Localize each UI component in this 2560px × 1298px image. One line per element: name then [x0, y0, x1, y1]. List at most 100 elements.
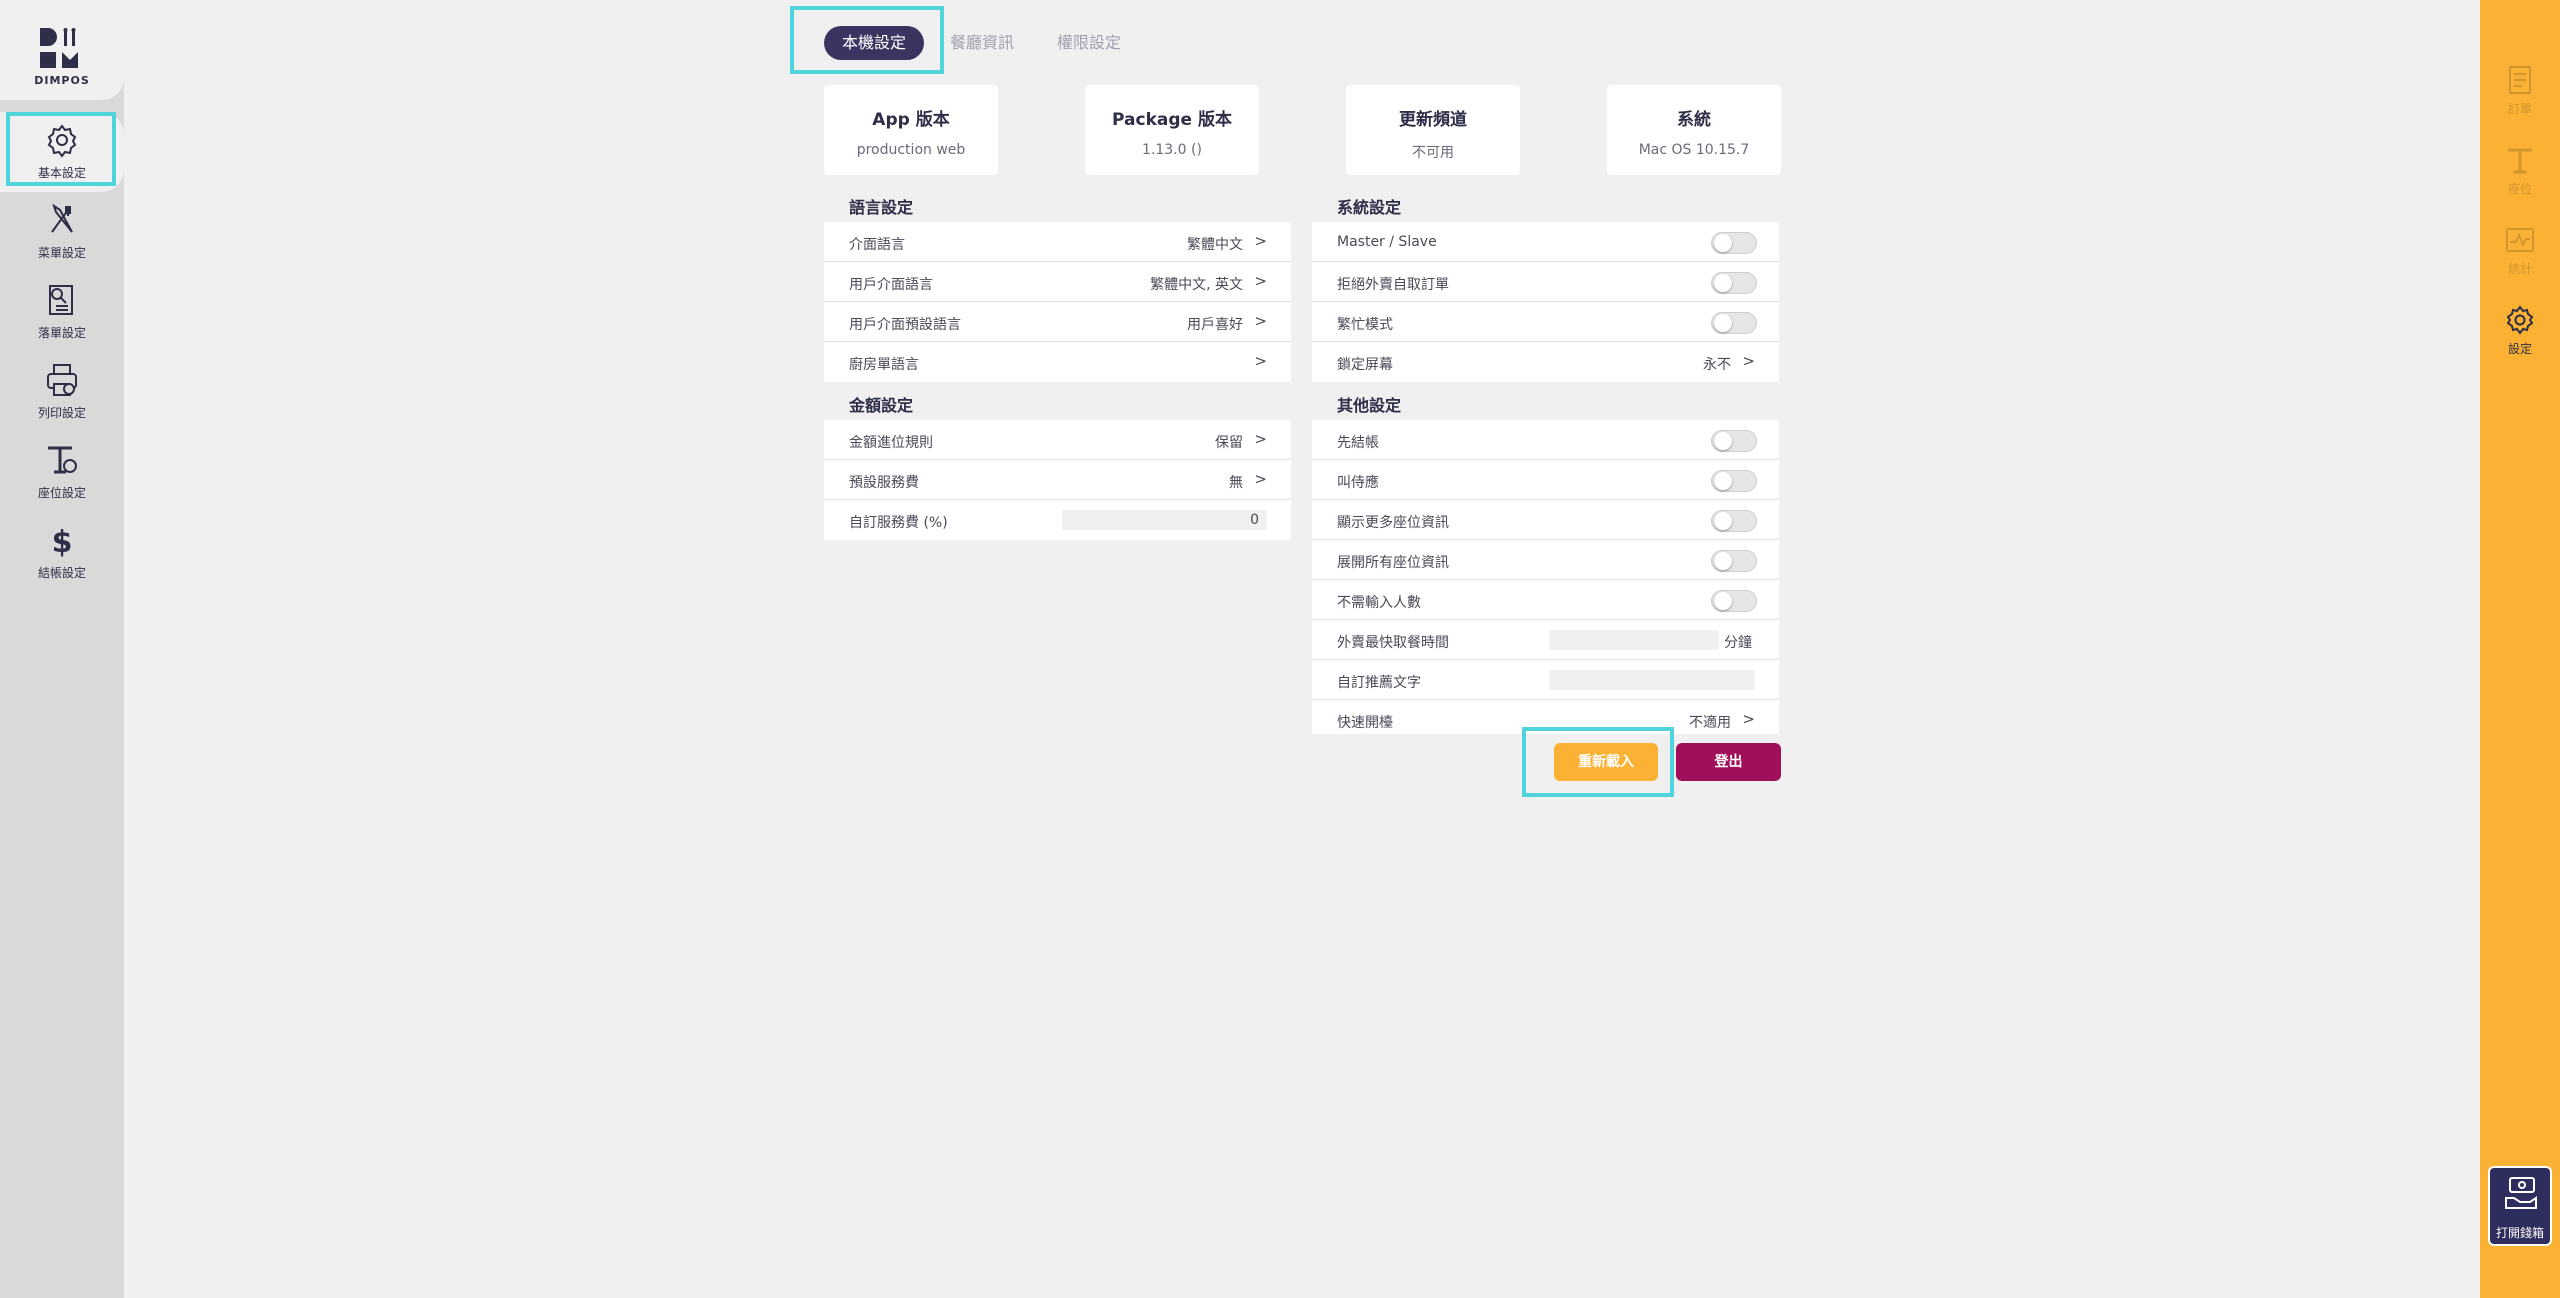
- row-value: 無: [1229, 475, 1243, 491]
- chevron-right-icon: >: [1254, 232, 1267, 250]
- sidebar-item-checkout-settings[interactable]: $ 結帳設定: [0, 512, 124, 592]
- row-label: 用戶介面語言: [849, 277, 933, 293]
- row-value: 繁體中文, 英文: [1150, 277, 1243, 293]
- settings-row-rounding-rule[interactable]: 金額進位規則 保留 >: [824, 420, 1291, 460]
- right-nav-label: 統計: [2507, 262, 2532, 276]
- settings-row-pay-first: 先結帳: [1312, 420, 1779, 460]
- no-guest-count-toggle[interactable]: [1711, 590, 1757, 612]
- other-settings-panel: 先結帳 叫侍應 顯示更多座位資訊 展開所有座位資訊 不需輸入人數 外賣最快取餐時…: [1312, 420, 1779, 734]
- unit-label: 分鐘: [1724, 635, 1752, 651]
- info-card-system: 系統 Mac OS 10.15.7: [1607, 85, 1781, 175]
- card-value: production web: [856, 142, 966, 158]
- row-label: 顯示更多座位資訊: [1337, 515, 1449, 531]
- row-label: 介面語言: [849, 237, 905, 253]
- brand-logo: DIMPOS: [0, 0, 124, 100]
- right-nav-label: 訂單: [2507, 102, 2532, 116]
- row-label: 展開所有座位資訊: [1337, 555, 1449, 571]
- row-label: 金額進位規則: [849, 435, 933, 451]
- tab-permission-settings[interactable]: 權限設定: [1057, 26, 1121, 60]
- settings-row-kitchen-language[interactable]: 廚房單語言 >: [824, 342, 1291, 382]
- settings-row-busy-mode: 繁忙模式: [1312, 302, 1779, 342]
- sidebar-item-label: 菜單設定: [37, 246, 86, 260]
- right-nav-settings[interactable]: 設定: [2480, 298, 2560, 370]
- master-slave-toggle[interactable]: [1711, 232, 1757, 254]
- logout-button[interactable]: 登出: [1676, 743, 1781, 781]
- info-card-update-channel: 更新頻道 不可用: [1346, 85, 1520, 175]
- row-label: 叫侍應: [1337, 475, 1379, 491]
- row-label: 外賣最快取餐時間: [1337, 635, 1449, 651]
- sidebar-item-label: 座位設定: [37, 486, 86, 500]
- card-value: 不可用: [1412, 145, 1454, 161]
- brand-name: DIMPOS: [34, 74, 90, 87]
- row-label: 自訂推薦文字: [1337, 675, 1421, 691]
- svg-text:$: $: [52, 525, 73, 558]
- row-label: 拒絕外賣自取訂單: [1337, 277, 1449, 293]
- row-label: 鎖定屏幕: [1337, 357, 1393, 373]
- settings-row-default-service-fee[interactable]: 預設服務費 無 >: [824, 460, 1291, 500]
- highlight-frame: [1522, 727, 1674, 797]
- right-nav-label: 設定: [2507, 342, 2532, 356]
- left-sidebar: DIMPOS 基本設定 菜單設定 落單設定 列印設定 座位設定 $ 結帳設定: [0, 0, 124, 1298]
- right-nav-tables[interactable]: 座位: [2480, 138, 2560, 210]
- pay-first-toggle[interactable]: [1711, 430, 1757, 452]
- settings-row-lock-screen[interactable]: 鎖定屏幕 永不 >: [1312, 342, 1779, 382]
- row-label: 不需輸入人數: [1337, 595, 1421, 611]
- settings-row-reject-takeaway: 拒絕外賣自取訂單: [1312, 262, 1779, 302]
- chevron-right-icon: >: [1742, 352, 1755, 370]
- row-value: 保留: [1215, 435, 1243, 451]
- row-label: 快速開檯: [1337, 715, 1393, 731]
- printer-icon: [47, 364, 77, 396]
- custom-service-fee-input[interactable]: 0: [1062, 510, 1267, 530]
- card-title: App 版本: [872, 110, 950, 130]
- custom-recommend-text-input[interactable]: [1549, 670, 1755, 690]
- chevron-right-icon: >: [1742, 710, 1755, 728]
- row-label: 先結帳: [1337, 435, 1379, 451]
- settings-row-master-slave: Master / Slave: [1312, 222, 1779, 262]
- section-title-amount: 金額設定: [849, 396, 914, 415]
- card-title: Package 版本: [1112, 110, 1232, 130]
- chevron-right-icon: >: [1254, 430, 1267, 448]
- sidebar-item-order-settings[interactable]: 落單設定: [0, 272, 124, 352]
- row-value: 用戶喜好: [1187, 317, 1243, 333]
- table-icon: [48, 446, 77, 474]
- row-label: 預設服務費: [849, 475, 919, 491]
- row-label: 自訂服務費 (%): [849, 515, 948, 531]
- row-value: 不適用: [1689, 715, 1731, 731]
- busy-mode-toggle[interactable]: [1711, 312, 1757, 334]
- row-label: 廚房單語言: [849, 357, 919, 373]
- settings-row-takeaway-min-time: 外賣最快取餐時間 分鐘: [1312, 620, 1779, 660]
- fork-knife-icon: [51, 203, 73, 233]
- settings-row-customer-ui-language[interactable]: 用戶介面語言 繁體中文, 英文 >: [824, 262, 1291, 302]
- dimpos-logo-icon: [40, 28, 78, 68]
- card-title: 更新頻道: [1399, 110, 1467, 130]
- row-label: Master / Slave: [1337, 234, 1437, 250]
- system-settings-panel: Master / Slave 拒絕外賣自取訂單 繁忙模式 鎖定屏幕 永不 >: [1312, 222, 1779, 382]
- card-title: 系統: [1677, 110, 1711, 130]
- settings-row-customer-default-language[interactable]: 用戶介面預設語言 用戶喜好 >: [824, 302, 1291, 342]
- chevron-right-icon: >: [1254, 470, 1267, 488]
- sidebar-item-label: 結帳設定: [37, 566, 86, 580]
- right-nav-statistics[interactable]: 統計: [2480, 218, 2560, 290]
- sidebar-item-label: 落單設定: [37, 326, 86, 340]
- info-card-app-version: App 版本 production web: [824, 85, 998, 175]
- sidebar-item-menu-settings[interactable]: 菜單設定: [0, 192, 124, 272]
- tab-restaurant-info[interactable]: 餐廳資訊: [950, 26, 1014, 60]
- sidebar-item-table-settings[interactable]: 座位設定: [0, 432, 124, 512]
- order-search-icon: [49, 285, 73, 315]
- show-more-table-info-toggle[interactable]: [1711, 510, 1757, 532]
- info-card-package-version: Package 版本 1.13.0 (): [1085, 85, 1259, 175]
- row-label: 繁忙模式: [1337, 317, 1393, 333]
- reject-takeaway-toggle[interactable]: [1711, 272, 1757, 294]
- right-nav-label: 座位: [2507, 182, 2532, 196]
- sidebar-item-print-settings[interactable]: 列印設定: [0, 352, 124, 432]
- expand-table-info-toggle[interactable]: [1711, 550, 1757, 572]
- right-nav-orders[interactable]: 訂單: [2480, 58, 2560, 130]
- open-cash-drawer-button[interactable]: 打開錢箱: [2488, 1166, 2552, 1246]
- call-waiter-toggle[interactable]: [1711, 470, 1757, 492]
- takeaway-min-time-input[interactable]: [1549, 630, 1719, 650]
- chevron-right-icon: >: [1254, 272, 1267, 290]
- table-icon: [2508, 148, 2532, 174]
- chart-icon: [2506, 228, 2534, 252]
- row-value: 永不: [1703, 357, 1731, 373]
- settings-row-ui-language[interactable]: 介面語言 繁體中文 >: [824, 222, 1291, 262]
